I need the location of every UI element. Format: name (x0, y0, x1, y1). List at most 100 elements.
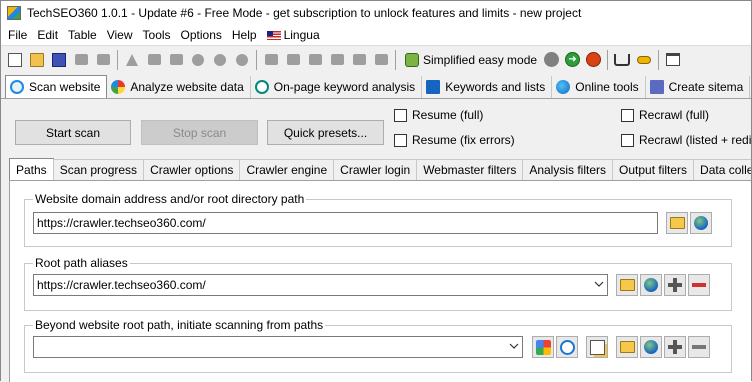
tab-output-filters[interactable]: Output filters (612, 159, 695, 180)
go-arrow-icon[interactable]: ➜ (565, 52, 581, 67)
paste-button[interactable] (165, 49, 187, 71)
stop-scan-button[interactable]: Stop scan (141, 120, 258, 145)
menu-tools[interactable]: Tools (138, 28, 176, 42)
toolbar-button-5[interactable] (92, 49, 114, 71)
folder-icon (619, 341, 635, 353)
add-alias-button[interactable] (664, 274, 686, 296)
window-title: TechSEO360 1.0.1 - Update #6 - Free Mode… (27, 6, 582, 20)
tab-scan-website[interactable]: Scan website (5, 75, 108, 98)
list-icon (426, 80, 441, 94)
browse-folder-button[interactable] (666, 212, 688, 234)
app-window: TechSEO360 1.0.1 - Update #6 - Free Mode… (0, 0, 752, 382)
paths-content: Website domain address and/or root direc… (9, 181, 751, 382)
remove-alias-button[interactable] (688, 274, 710, 296)
main-tabs: Scan website Analyze website data On-pag… (1, 73, 751, 99)
magnifier-icon (254, 80, 269, 94)
undo-icon (192, 53, 204, 66)
resume-full-checkbox[interactable]: Resume (full) (394, 108, 483, 122)
simplified-mode-button[interactable]: Simplified easy mode (401, 49, 541, 71)
tab-paths[interactable]: Paths (9, 158, 54, 180)
expand-button[interactable] (260, 49, 282, 71)
plus-icon (668, 340, 682, 354)
tab-scan-progress[interactable]: Scan progress (52, 159, 145, 180)
toolbar-separator (607, 49, 609, 70)
menu-table[interactable]: Table (63, 28, 102, 42)
menu-help[interactable]: Help (227, 28, 262, 42)
new-project-button[interactable] (4, 49, 26, 71)
save-as-button[interactable] (70, 49, 92, 71)
cut-button[interactable] (121, 49, 143, 71)
globe-icon (644, 340, 658, 354)
copy-button[interactable] (143, 49, 165, 71)
bing-search-button[interactable] (556, 336, 578, 358)
tab-crawler-login[interactable]: Crawler login (333, 159, 418, 180)
add-path-button[interactable] (664, 336, 686, 358)
window-layout-button[interactable] (662, 49, 684, 71)
tree-button-6[interactable] (370, 49, 392, 71)
stop-circle-icon[interactable] (544, 52, 560, 67)
root-path-aliases-combo[interactable]: https://crawler.techseo360.com/ (33, 274, 608, 296)
globe-icon (644, 278, 658, 292)
tab-label: Analyze website data (130, 80, 244, 94)
globe-icon (694, 216, 708, 230)
tab-keywords-and-lists[interactable]: Keywords and lists (422, 76, 553, 98)
save-project-button[interactable] (48, 49, 70, 71)
checkbox-label: Recrawl (full) (639, 108, 710, 122)
plus-icon (668, 278, 682, 292)
checkbox-box (394, 108, 407, 122)
checkbox-box (394, 133, 407, 147)
tab-on-page-keyword-analysis[interactable]: On-page keyword analysis (251, 76, 423, 98)
globe-icon (556, 80, 571, 94)
domain-path-input[interactable]: https://crawler.techseo360.com/ (33, 212, 658, 234)
open-project-button[interactable] (26, 49, 48, 71)
license-button[interactable] (633, 49, 655, 71)
wrench-icon (405, 52, 419, 67)
tab-analysis-filters[interactable]: Analysis filters (522, 159, 614, 180)
tab-label: Create sitema (668, 80, 744, 94)
beyond-root-paths-group: Beyond website root path, initiate scann… (24, 318, 732, 373)
google-search-button[interactable] (532, 336, 554, 358)
app-logo-icon (7, 6, 21, 20)
toolbar-separator (395, 49, 396, 70)
menu-view[interactable]: View (102, 28, 138, 42)
find-button[interactable] (209, 49, 231, 71)
browse-folder-button[interactable] (616, 336, 638, 358)
resume-fix-errors-checkbox[interactable]: Resume (fix errors) (394, 133, 515, 147)
open-in-browser-button[interactable] (690, 212, 712, 234)
menu-file[interactable]: File (3, 28, 32, 42)
browse-folder-button[interactable] (616, 274, 638, 296)
tab-webmaster-filters[interactable]: Webmaster filters (416, 159, 524, 180)
tab-data-collection[interactable]: Data collect (693, 159, 751, 180)
beyond-root-paths-combo[interactable] (33, 336, 523, 358)
menu-edit[interactable]: Edit (32, 28, 63, 42)
refresh-icon[interactable] (586, 52, 602, 67)
chevron-down-icon (594, 281, 604, 287)
minus-icon (692, 283, 706, 287)
quick-presets-button[interactable]: Quick presets... (267, 120, 384, 145)
open-in-browser-button[interactable] (640, 336, 662, 358)
remove-path-button[interactable] (688, 336, 710, 358)
tree-button-4[interactable] (326, 49, 348, 71)
collapse-button[interactable] (282, 49, 304, 71)
tree-button-3[interactable] (304, 49, 326, 71)
tree-leaf-icon (374, 54, 388, 65)
buy-button[interactable] (611, 49, 633, 71)
tab-online-tools[interactable]: Online tools (552, 76, 646, 98)
undo-button[interactable] (187, 49, 209, 71)
menu-options[interactable]: Options (176, 28, 227, 42)
menu-lingua[interactable]: Lingua (262, 28, 325, 42)
recrawl-full-checkbox[interactable]: Recrawl (full) (621, 108, 709, 122)
find-next-button[interactable] (231, 49, 253, 71)
tab-crawler-engine[interactable]: Crawler engine (239, 159, 335, 180)
open-in-browser-button[interactable] (640, 274, 662, 296)
tree-node-icon (352, 54, 366, 65)
toolbar-separator (658, 49, 660, 70)
tab-crawler-options[interactable]: Crawler options (143, 159, 241, 180)
paste-paths-button[interactable] (586, 336, 608, 358)
tab-create-sitemap[interactable]: Create sitema (646, 76, 751, 98)
tree-button-5[interactable] (348, 49, 370, 71)
tab-analyze-website-data[interactable]: Analyze website data (107, 76, 251, 98)
recrawl-listed-checkbox[interactable]: Recrawl (listed + redir (621, 133, 752, 147)
tab-label: On-page keyword analysis (273, 80, 416, 94)
start-scan-button[interactable]: Start scan (15, 120, 131, 145)
